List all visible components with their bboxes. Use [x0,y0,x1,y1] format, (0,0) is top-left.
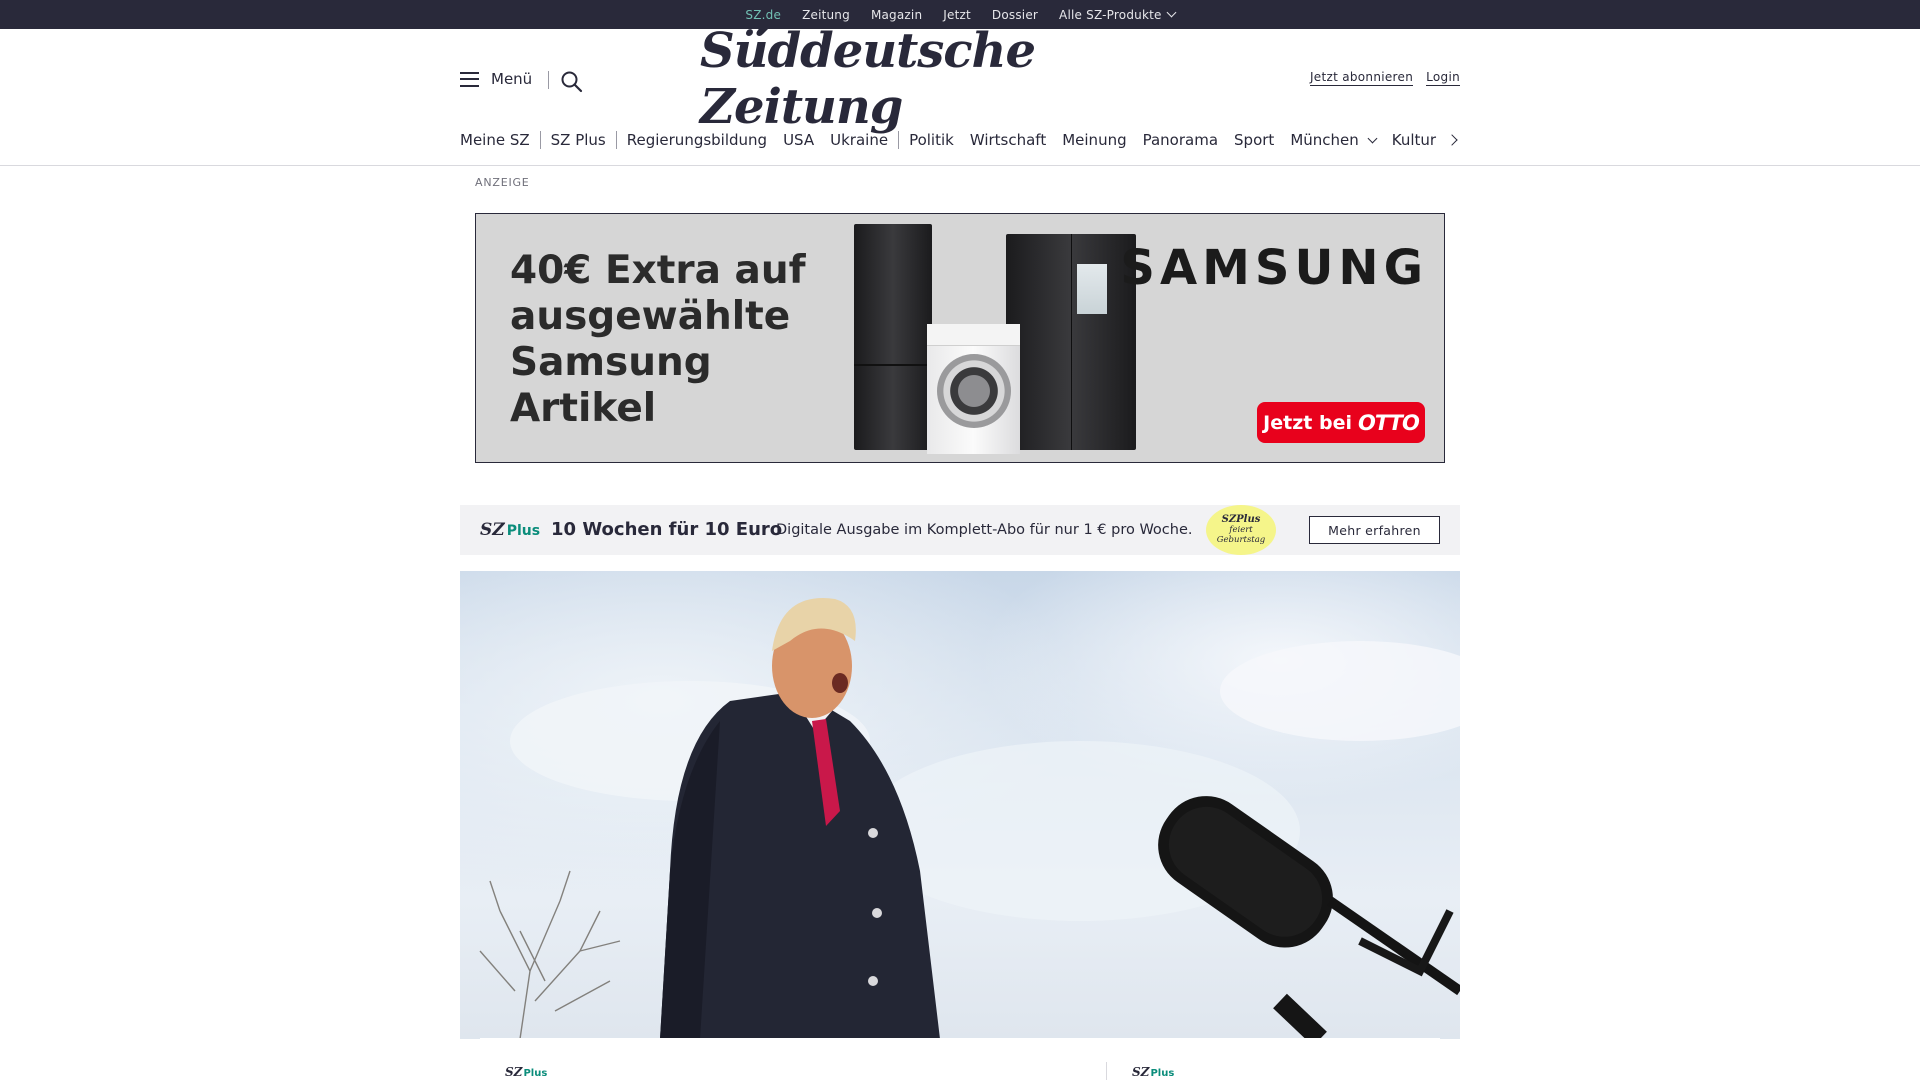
mehr-erfahren-button[interactable]: Mehr erfahren [1309,516,1440,544]
otto-logo: OTTO [1357,410,1420,435]
menu-button[interactable]: Menü [460,70,532,88]
sz-plus-promo-bar: SZ Plus 10 Wochen für 10 Euro Digitale Au… [460,505,1460,555]
section-panorama[interactable]: Panorama [1143,131,1234,149]
search-icon [561,71,583,93]
topbar-link-dossier[interactable]: Dossier [992,8,1038,22]
badge-line-1: SZPlus [1221,514,1261,525]
topbar-link-zeitung[interactable]: Zeitung [802,8,850,22]
section-usa[interactable]: USA [783,131,830,149]
subscribe-link[interactable]: Jetzt abonnieren [1309,70,1414,86]
topbar-link-alle-produkte-label: Alle SZ-Produkte [1059,7,1162,22]
section-sz-plus[interactable]: SZ Plus [551,131,622,149]
section-ukraine[interactable]: Ukraine [830,131,900,149]
section-wirtschaft[interactable]: Wirtschaft [970,131,1062,149]
topbar-link-magazin[interactable]: Magazin [871,8,922,22]
teaser-2-kicker-sz: SZ [1132,1065,1150,1079]
hero-photo-illustration [479,598,1460,1039]
sz-plus-logo-plus: Plus [506,523,541,539]
topbar-link-jetzt[interactable]: Jetzt [943,8,971,22]
teaser-1-kicker[interactable]: SZPlus [505,1065,547,1079]
login-link[interactable]: Login [1426,70,1460,86]
site-logo[interactable]: Süddeutsche Zeitung [700,23,1220,135]
section-meinung[interactable]: Meinung [1062,131,1142,149]
chevron-down-icon [1166,7,1177,18]
promo-text: Digitale Ausgabe im Komplett-Abo für nur… [776,522,1193,538]
teaser-1-kicker-plus: Plus [523,1068,548,1079]
ad-label: ANZEIGE [475,176,530,189]
teaser-2-kicker-plus: Plus [1150,1068,1175,1079]
section-sport[interactable]: Sport [1234,131,1290,149]
promo-title: 10 Wochen für 10 Euro [551,519,783,540]
sz-plus-logo-sz: SZ [480,520,505,540]
ad-headline: 40€ Extra auf ausgewählte Samsung Artike… [510,248,806,431]
badge-line-3: Geburtstag [1216,535,1266,545]
section-muenchen-label: München [1290,131,1359,149]
ad-cta-prefix: Jetzt bei [1263,411,1352,434]
topbar-link-szde[interactable]: SZ.de [745,8,781,34]
ad-cta-button[interactable]: Jetzt bei OTTO [1257,402,1425,443]
samsung-ad-banner[interactable]: 40€ Extra auf ausgewählte Samsung Artike… [475,213,1445,463]
hamburger-icon [460,71,479,87]
account-links: Jetzt abonnieren Login [1309,70,1460,86]
birthday-badge: SZPlus feiert Geburtstag [1206,505,1276,555]
header-rule [0,165,1920,166]
teaser-2-kicker[interactable]: SZPlus [1132,1065,1174,1079]
teaser-divider [1106,1062,1107,1080]
teaser-1-kicker-sz: SZ [505,1065,523,1079]
section-nav: Meine SZ SZ Plus Regierungsbildung USA U… [460,128,1460,152]
section-nav-next-button[interactable] [1444,132,1460,148]
topbar-link-alle-produkte[interactable]: Alle SZ-Produkte [1059,7,1177,22]
section-muenchen[interactable]: München [1290,131,1391,149]
hero-image[interactable] [460,571,1460,1039]
menu-label: Menü [491,70,533,88]
section-regierungsbildung[interactable]: Regierungsbildung [615,131,783,149]
section-politik[interactable]: Politik [909,131,970,149]
sz-plus-logo: SZ Plus [480,520,540,540]
badge-line-2: feiert [1229,525,1253,535]
chevron-down-icon [1367,133,1378,143]
section-meine-sz[interactable]: Meine SZ [460,131,541,149]
search-button[interactable] [560,70,584,94]
ad-brand-logo: SAMSUNG [1120,240,1428,296]
teaser-card-strip [480,1038,1440,1080]
chevron-right-icon [1446,134,1458,146]
header-divider [548,71,549,89]
